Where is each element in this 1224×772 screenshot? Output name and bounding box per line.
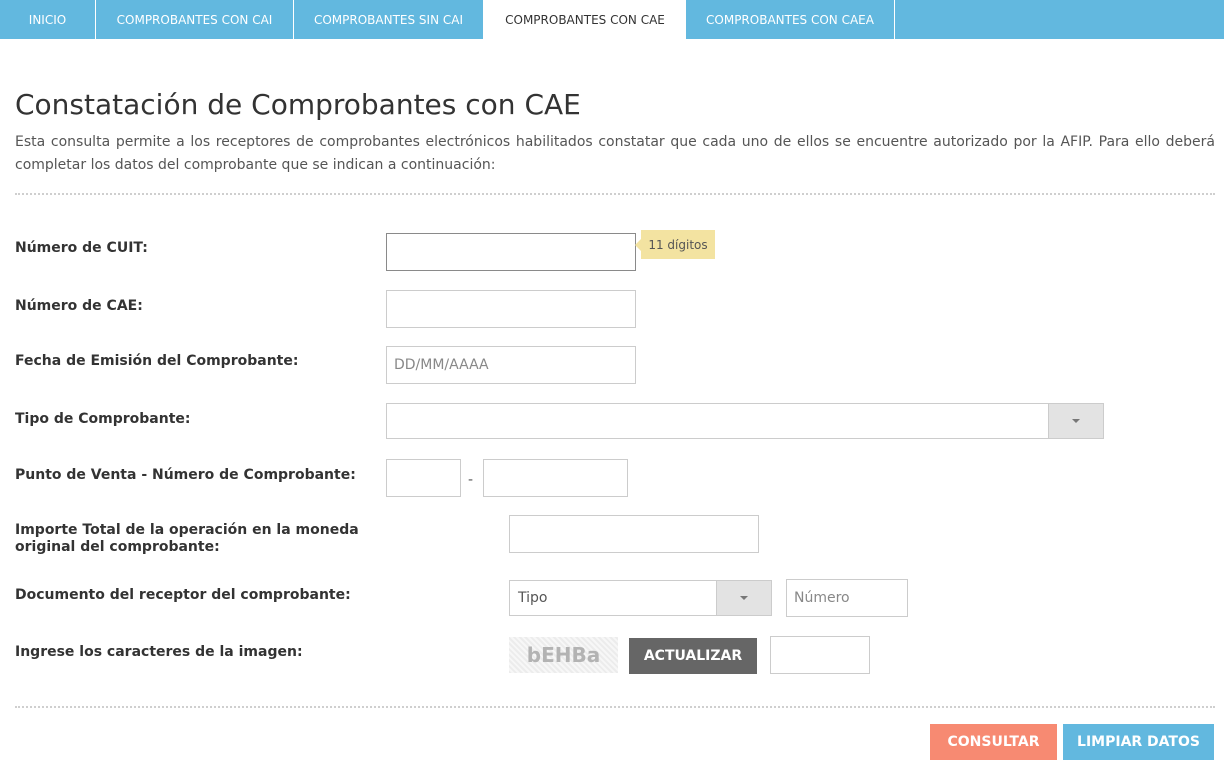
chevron-down-icon: [1072, 419, 1080, 423]
page-title: Constatación de Comprobantes con CAE: [15, 88, 581, 121]
numero-comprobante-input[interactable]: [483, 459, 628, 497]
consultar-button[interactable]: CONSULTAR: [930, 724, 1057, 760]
captcha-image: bEHBa: [509, 637, 618, 673]
tab-comprobantes-sin-cai[interactable]: COMPROBANTES SIN CAI: [294, 0, 484, 39]
cuit-hint-tooltip: 11 dígitos: [635, 230, 715, 259]
fecha-input[interactable]: [386, 346, 636, 384]
chevron-down-icon: [740, 596, 748, 600]
documento-tipo-value: Tipo: [518, 590, 548, 606]
captcha-input[interactable]: [770, 636, 870, 674]
limpiar-datos-button[interactable]: LIMPIAR DATOS: [1063, 724, 1214, 760]
tipo-comprobante-label: Tipo de Comprobante:: [15, 411, 191, 427]
documento-numero-input[interactable]: [786, 579, 908, 617]
tab-comprobantes-con-caea[interactable]: COMPROBANTES CON CAEA: [686, 0, 895, 39]
documento-tipo-select[interactable]: Tipo: [509, 580, 772, 616]
fecha-label: Fecha de Emisión del Comprobante:: [15, 353, 299, 369]
cuit-input[interactable]: [386, 233, 636, 271]
importe-label: Importe Total de la operación en la mone…: [15, 522, 359, 555]
tab-inicio[interactable]: INICIO: [0, 0, 96, 39]
documento-receptor-label: Documento del receptor del comprobante:: [15, 587, 351, 603]
cuit-label: Número de CUIT:: [15, 240, 148, 256]
importe-input[interactable]: [509, 515, 759, 553]
documento-tipo-dropdown-button[interactable]: [716, 580, 772, 616]
cae-input[interactable]: [386, 290, 636, 328]
divider-bottom: [15, 706, 1215, 708]
top-nav: INICIO COMPROBANTES CON CAI COMPROBANTES…: [0, 0, 1224, 39]
punto-numero-separator: -: [468, 472, 474, 488]
tipo-comprobante-dropdown-button[interactable]: [1048, 403, 1104, 439]
cae-label: Número de CAE:: [15, 298, 143, 314]
tab-comprobantes-con-cai[interactable]: COMPROBANTES CON CAI: [96, 0, 294, 39]
punto-venta-label: Punto de Venta - Número de Comprobante:: [15, 467, 356, 483]
actualizar-button[interactable]: ACTUALIZAR: [629, 638, 757, 674]
tipo-comprobante-select[interactable]: [386, 403, 1104, 439]
punto-venta-input[interactable]: [386, 459, 461, 497]
page-description: Esta consulta permite a los receptores d…: [15, 134, 1215, 173]
divider-top: [15, 193, 1215, 195]
captcha-label: Ingrese los caracteres de la imagen:: [15, 644, 303, 660]
tab-comprobantes-con-cae[interactable]: COMPROBANTES CON CAE: [484, 0, 686, 39]
